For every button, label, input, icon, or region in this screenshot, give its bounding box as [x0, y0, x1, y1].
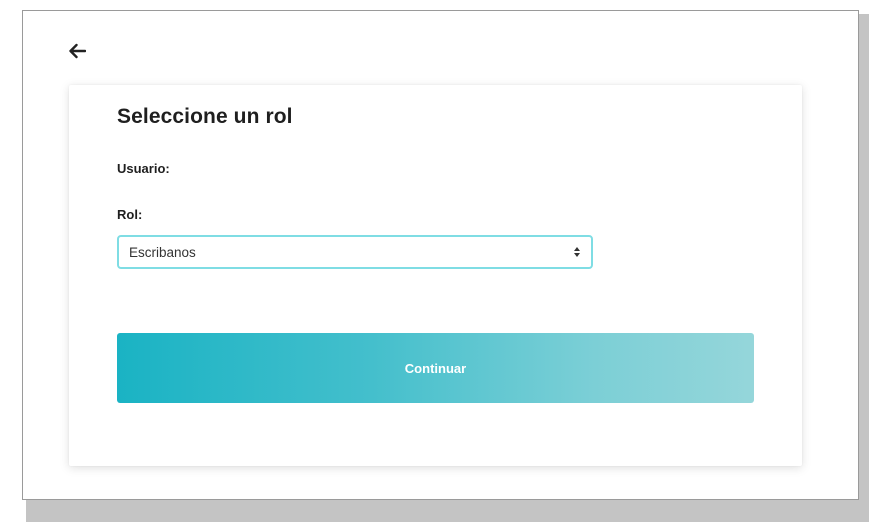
role-select[interactable]: Escribanos: [117, 235, 593, 269]
role-select-value: Escribanos: [129, 244, 196, 260]
role-label: Rol:: [117, 207, 143, 222]
arrow-left-icon: [69, 43, 86, 59]
continue-button[interactable]: Continuar: [117, 333, 754, 403]
app-window: Seleccione un rol Usuario: Rol: Escriban…: [22, 10, 859, 500]
select-arrows-icon: [573, 246, 581, 258]
role-selection-card: Seleccione un rol Usuario: Rol: Escriban…: [69, 85, 802, 466]
user-label: Usuario:: [117, 161, 170, 176]
back-button[interactable]: [65, 39, 89, 63]
card-title: Seleccione un rol: [117, 105, 293, 128]
